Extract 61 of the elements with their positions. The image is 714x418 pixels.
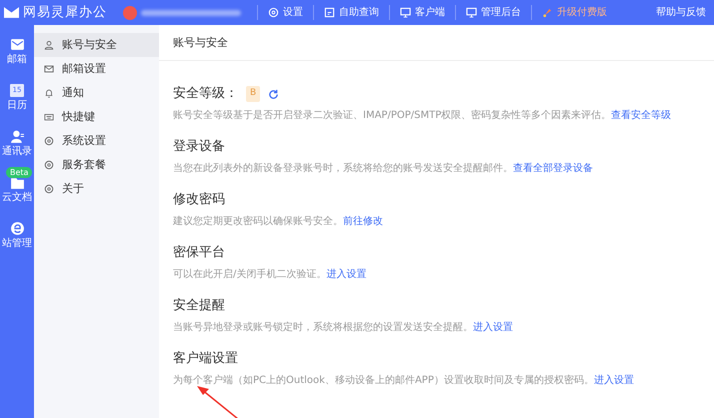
section-title: 安全等级：	[173, 85, 238, 104]
section-description: 可以在此开启/关闭手机二次验证。进入设置	[173, 268, 368, 282]
sidebar-item[interactable]: 系统设置	[34, 129, 159, 153]
rail-label: 邮箱	[7, 52, 27, 67]
rail-item[interactable]: 站管理	[0, 217, 34, 255]
section-link[interactable]: 查看全部登录设备	[513, 162, 593, 174]
section-description: 账号安全等级基于是否开启登录二次验证、IMAP/POP/SMTP权限、密码复杂性等多个因素来评估。查看安全等级	[173, 108, 672, 123]
rail-label: 日历	[7, 99, 27, 113]
sidebar-item[interactable]: 账号与安全	[34, 33, 159, 57]
settings-icon	[44, 136, 54, 146]
app-logo: 网易灵犀办公	[23, 4, 107, 22]
section-title: 客户端设置	[173, 350, 238, 368]
section-link[interactable]: 进入设置	[473, 322, 513, 333]
mail-icon	[10, 37, 24, 52]
folder-icon	[10, 175, 24, 190]
section-description: 当您在此列表外的新设备登录账号时，系统将给您的账号发送安全提醒邮件。查看全部登录设备	[173, 162, 594, 176]
monitor-icon	[400, 7, 411, 18]
toolbar-link[interactable]: 自助查询	[313, 5, 389, 20]
rail-label: 站管理	[2, 236, 32, 251]
sidebar-item[interactable]: 关于	[34, 177, 159, 201]
monitor-icon	[466, 7, 477, 18]
keyboard-icon	[44, 112, 54, 122]
section-link[interactable]: 进入设置	[326, 268, 366, 280]
sidebar-item[interactable]: 通知	[34, 81, 159, 105]
section-description: 建议您定期更改密码以确保账号安全。前往修改	[173, 214, 384, 229]
section-title: 密保平台	[173, 244, 225, 262]
help-link[interactable]: 帮助与反馈	[656, 5, 706, 20]
section-link[interactable]: 查看安全等级	[611, 110, 672, 121]
document-icon	[324, 7, 335, 18]
toolbar-link[interactable]: 设置	[257, 5, 313, 20]
section-link[interactable]: 进入设置	[594, 374, 634, 386]
page-title: 账号与安全	[159, 25, 714, 61]
section-title: 登录设备	[173, 138, 225, 156]
logo-icon	[4, 6, 19, 19]
section-title: 安全提醒	[173, 297, 225, 316]
rail-label: 通讯录	[2, 144, 32, 159]
section-title: 修改密码	[173, 191, 225, 210]
beta-badge: Beta	[6, 167, 32, 178]
sidebar-item[interactable]: 邮箱设置	[34, 57, 159, 81]
refresh-icon[interactable]	[268, 88, 280, 100]
rail-label: 云文档	[2, 190, 32, 205]
security-grade: B	[246, 86, 260, 102]
toolbar-link[interactable]: 升级付费版	[531, 5, 617, 20]
rocket-icon	[542, 7, 553, 18]
sidebar-item[interactable]: 服务套餐	[34, 153, 159, 177]
section-description: 当账号异地登录或账号锁定时，系统将根据您的设置发送安全提醒。进入设置	[173, 320, 514, 335]
contacts-icon	[10, 129, 24, 144]
mail-icon	[44, 64, 54, 74]
settings-icon	[44, 184, 54, 194]
rail-item[interactable]: 邮箱	[0, 33, 34, 71]
toolbar-link[interactable]: 客户端	[389, 5, 455, 20]
settings-icon	[268, 7, 279, 18]
user-icon	[44, 40, 54, 50]
sidebar-item[interactable]: 快捷键	[34, 105, 159, 129]
section-description: 为每个客户端（如PC上的Outlook、移动设备上的邮件APP）设置收取时间及专属的授权密码。进入设置	[173, 374, 635, 388]
toolbar-link[interactable]: 管理后台	[455, 5, 531, 20]
bell-icon	[44, 88, 54, 98]
section-link[interactable]: 前往修改	[343, 216, 383, 227]
settings-icon	[44, 160, 54, 170]
browser-e-icon	[10, 221, 24, 236]
rail-item[interactable]: 通讯录	[0, 125, 34, 163]
